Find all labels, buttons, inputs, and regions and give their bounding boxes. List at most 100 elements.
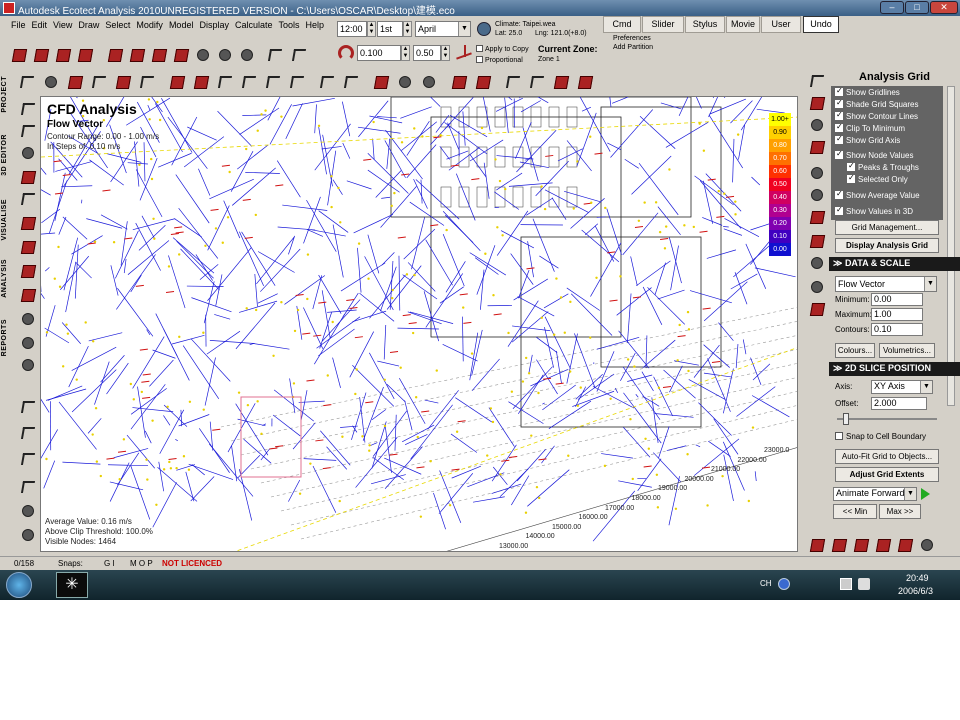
camera-icon[interactable] (126, 44, 146, 64)
time-spinner[interactable]: ▲ ▼ (367, 21, 376, 37)
current-zone-value[interactable]: Zone 1 (538, 56, 560, 63)
save-icon[interactable] (52, 44, 72, 64)
menu-view[interactable]: View (50, 18, 75, 32)
day-spinner[interactable]: ▲ ▼ (403, 21, 412, 37)
new-icon[interactable] (8, 44, 28, 64)
menu-select[interactable]: Select (102, 18, 133, 32)
checkbox-option[interactable]: Show Gridlines (835, 86, 900, 97)
tab-movie[interactable]: Movie (726, 16, 760, 33)
roof-icon[interactable] (17, 260, 37, 280)
move-icon[interactable] (16, 71, 36, 91)
point-icon[interactable] (17, 166, 37, 186)
grid-management-button[interactable]: Grid Management... (835, 220, 939, 235)
offset-input[interactable]: 2.000 (871, 397, 927, 410)
menu-help[interactable]: Help (303, 18, 328, 32)
link-icon[interactable] (394, 71, 414, 91)
tab-3d-editor[interactable]: 3D EDITOR (1, 134, 8, 176)
window-icon[interactable] (17, 284, 37, 304)
checkbox-option[interactable]: Show Values in 3D (835, 205, 913, 216)
proportional-checkbox[interactable]: Proportional (476, 56, 523, 64)
undo-icon[interactable] (264, 44, 284, 64)
clock-time[interactable]: 20:49 (906, 573, 929, 583)
month-select[interactable]: April ▼ (415, 21, 471, 37)
checkbox-box[interactable] (835, 110, 843, 120)
corner-icon[interactable] (262, 71, 282, 91)
data-type-select[interactable]: Flow Vector ▼ (835, 276, 937, 292)
gear-icon[interactable] (192, 44, 212, 64)
tab-slider[interactable]: Slider (642, 16, 684, 33)
checkbox-box[interactable] (835, 189, 843, 199)
checkbox-box[interactable] (835, 122, 843, 132)
snap-distance-spinner[interactable]: ▲ ▼ (401, 45, 410, 61)
help-tray-icon[interactable] (778, 578, 790, 590)
zoom-icon[interactable] (17, 524, 37, 544)
checkbox-box[interactable] (847, 161, 855, 171)
flag-icon[interactable] (74, 44, 94, 64)
zone-icon[interactable] (502, 71, 522, 91)
globe-icon[interactable] (477, 22, 491, 36)
tab-stylus[interactable]: Stylus (685, 16, 725, 33)
checkbox-box[interactable] (835, 205, 843, 215)
poly-line-icon[interactable] (17, 422, 37, 442)
tab-reports[interactable]: REPORTS (1, 319, 8, 356)
unlink-icon[interactable] (418, 71, 438, 91)
sun-icon[interactable] (806, 184, 826, 204)
contours-input[interactable]: 0.10 (871, 323, 923, 336)
angle-icon[interactable] (316, 71, 336, 91)
zone-draw-icon[interactable] (17, 236, 37, 256)
minimize-button[interactable]: – (880, 1, 904, 14)
animate-select[interactable]: Animate Forwards ▼ (833, 487, 917, 501)
tab-undo[interactable]: Undo (803, 16, 839, 33)
eye-icon[interactable] (806, 162, 826, 182)
table-icon[interactable] (170, 44, 190, 64)
split-icon[interactable] (136, 71, 156, 91)
play-icon[interactable] (921, 488, 930, 500)
snap-mop[interactable]: M O P (130, 559, 153, 568)
adjust-grid-extents-button[interactable]: Adjust Grid Extents (835, 467, 939, 482)
magnet-icon[interactable] (338, 45, 354, 61)
colours-button[interactable]: Colours... (835, 343, 875, 358)
globe-view-icon[interactable] (806, 252, 826, 272)
open-icon[interactable] (30, 44, 50, 64)
snap-distance-input[interactable]: 0.100 (357, 45, 401, 61)
menu-edit[interactable]: Edit (29, 18, 51, 32)
view-icon-6[interactable] (916, 534, 936, 554)
add-partition-link[interactable]: Add Partition (613, 44, 653, 51)
checkbox-box[interactable] (835, 134, 843, 144)
volume-tray-icon[interactable] (858, 578, 870, 590)
tab-visualise[interactable]: VISUALISE (1, 199, 8, 240)
view-icon-4[interactable] (872, 534, 892, 554)
checkbox-option[interactable]: Shade Grid Squares (835, 98, 919, 109)
preferences-link[interactable]: Preferences (613, 35, 651, 42)
orbit-icon[interactable] (17, 142, 37, 162)
light-icon[interactable] (17, 308, 37, 328)
menu-file[interactable]: File (8, 18, 29, 32)
menu-calculate[interactable]: Calculate (232, 18, 276, 32)
menu-tools[interactable]: Tools (276, 18, 303, 32)
view-icon-2[interactable] (828, 534, 848, 554)
align-icon[interactable] (166, 71, 186, 91)
snap-gi[interactable]: G I (104, 559, 115, 568)
checkbox-option[interactable]: Show Grid Axis (835, 134, 900, 145)
menu-draw[interactable]: Draw (75, 18, 102, 32)
display-analysis-grid-button[interactable]: Display Analysis Grid (835, 238, 939, 253)
trim-icon[interactable] (286, 71, 306, 91)
checkbox-option[interactable]: Show Average Value (835, 189, 920, 200)
select-icon[interactable] (806, 70, 826, 90)
menu-display[interactable]: Display (196, 18, 232, 32)
clock-date[interactable]: 2006/6/3 (898, 586, 933, 596)
report-icon[interactable] (236, 44, 256, 64)
offset-icon[interactable] (238, 71, 258, 91)
nav-move-icon[interactable] (17, 476, 37, 496)
close-button[interactable]: ✕ (930, 1, 958, 14)
distribute-icon[interactable] (214, 71, 234, 91)
material-icon[interactable] (806, 114, 826, 134)
nav-rotate-icon[interactable] (17, 500, 37, 520)
menu-model[interactable]: Model (166, 18, 197, 32)
cube-icon[interactable] (806, 206, 826, 226)
time-input[interactable]: 12:00 (337, 21, 367, 37)
axis-select[interactable]: XY Axis ▼ (871, 380, 933, 394)
pointer-icon[interactable] (17, 98, 37, 118)
camera-draw-icon[interactable] (17, 354, 37, 374)
tab-analysis[interactable]: ANALYSIS (1, 259, 8, 298)
